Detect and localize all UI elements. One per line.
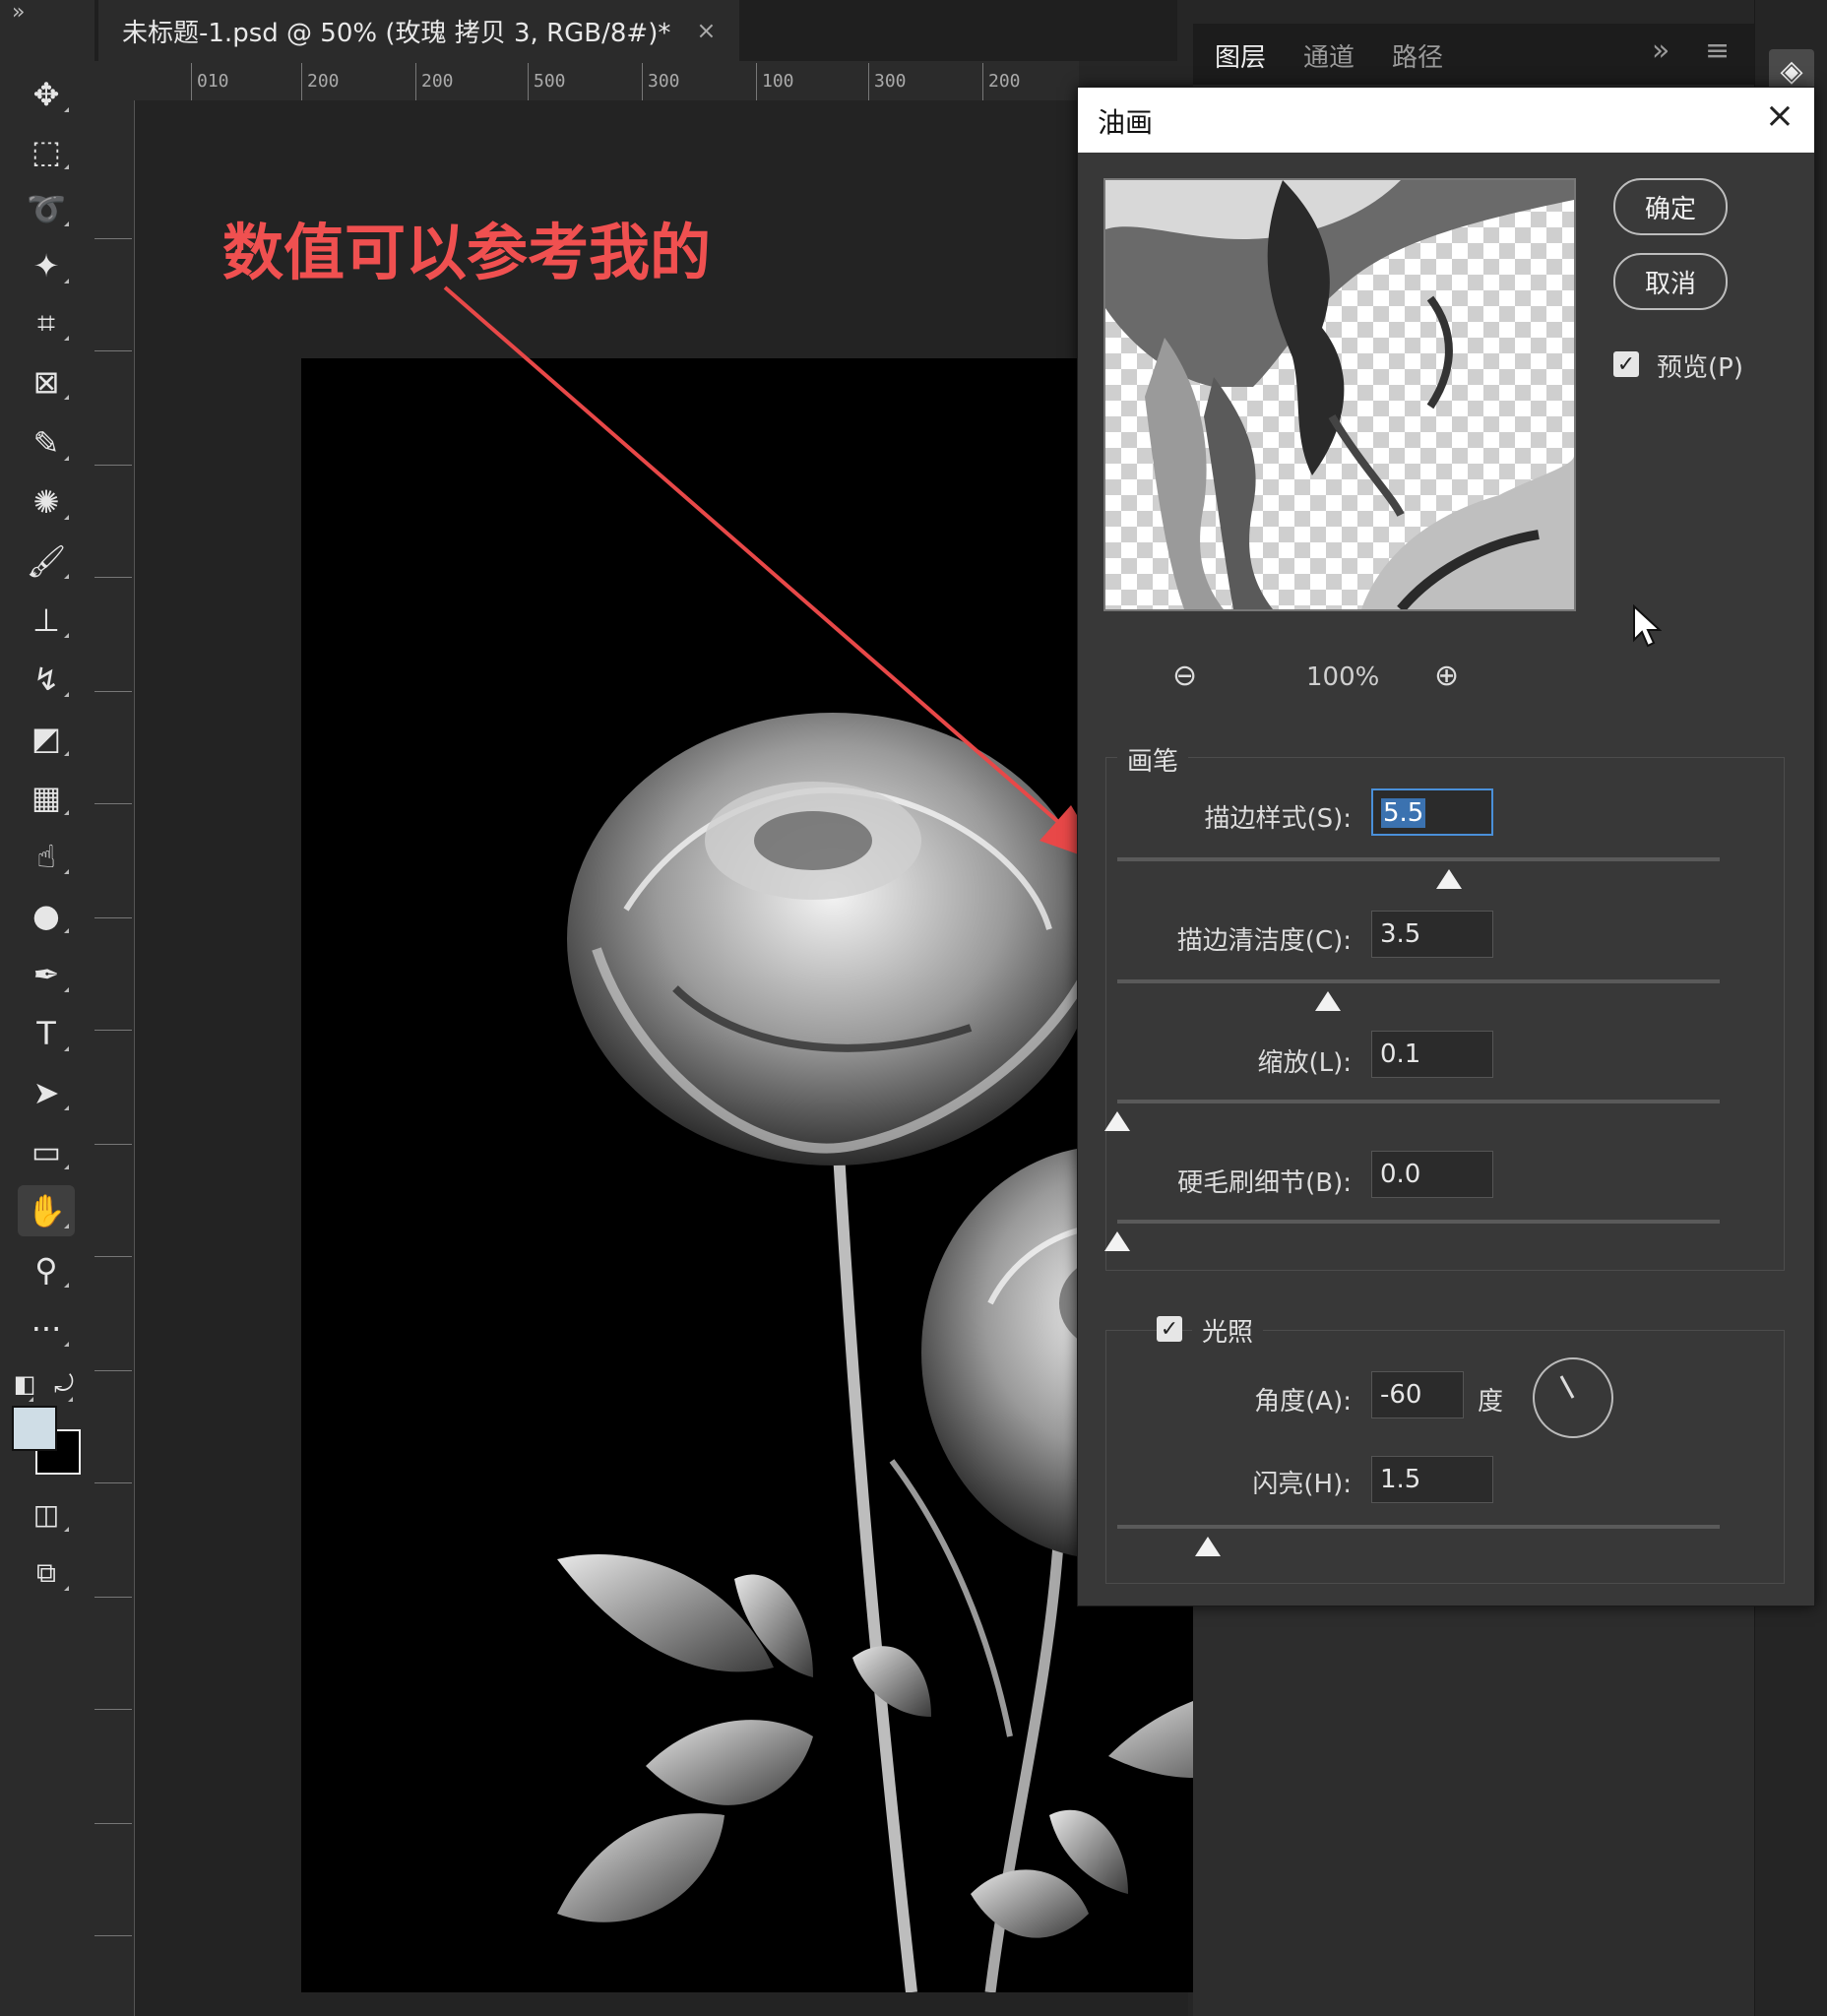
ruler-label: 200 — [421, 71, 454, 92]
stylization-slider-thumb[interactable] — [1435, 869, 1462, 889]
bristle-detail-input[interactable]: 0.0 — [1371, 1151, 1493, 1198]
document-title: 未标题-1.psd @ 50% (玫瑰 拷贝 3, RGB/8#)* — [122, 18, 671, 48]
stylization-slider[interactable] — [1117, 857, 1720, 861]
rectangle-icon[interactable]: ▭ — [18, 1126, 75, 1177]
scale-label: 缩放(L): — [1257, 1048, 1352, 1078]
ok-button[interactable]: 确定 — [1613, 178, 1728, 235]
smudge-icon[interactable]: ☝ — [18, 831, 75, 882]
filter-preview[interactable] — [1103, 178, 1576, 611]
angle-dial[interactable] — [1533, 1357, 1613, 1438]
lighting-group-title: 光照 — [1192, 1312, 1264, 1349]
lasso-icon[interactable]: ➰ — [18, 183, 75, 234]
dodge-icon[interactable]: ● — [18, 890, 75, 941]
hand-icon[interactable]: ✋ — [18, 1185, 75, 1236]
bristle-detail-label: 硬毛刷细节(B): — [1177, 1168, 1352, 1198]
cleanliness-input[interactable]: 3.5 — [1371, 911, 1493, 958]
pen-icon[interactable]: ✒ — [18, 949, 75, 1000]
path-select-icon[interactable]: ➤ — [18, 1067, 75, 1118]
scale-slider-thumb[interactable] — [1104, 1111, 1130, 1131]
zoom-in-icon: ⊕ — [1434, 659, 1460, 693]
angle-label: 角度(A): — [1254, 1387, 1352, 1417]
eyedropper-icon[interactable]: ✎ — [18, 417, 75, 469]
zoom-in-button[interactable]: ⊕ — [1434, 659, 1459, 693]
ruler-label: 200 — [988, 71, 1021, 92]
scale-slider[interactable] — [1117, 1100, 1720, 1103]
ruler-label: 200 — [307, 71, 340, 92]
scale-input[interactable]: 0.1 — [1371, 1031, 1493, 1078]
preview-image — [1105, 180, 1574, 609]
default-colors-icon[interactable]: ◧ — [10, 1358, 39, 1410]
gradient-icon[interactable]: ▦ — [18, 772, 75, 823]
healing-icon[interactable]: ✺ — [18, 476, 75, 528]
brush-icon[interactable]: 🖌 — [18, 536, 75, 587]
angle-input[interactable]: -60 — [1371, 1371, 1464, 1418]
angle-dial-needle — [1559, 1375, 1575, 1399]
zoom-out-button[interactable]: ⊖ — [1172, 659, 1197, 693]
more-icon[interactable]: ··· — [18, 1303, 75, 1354]
lighting-checkbox[interactable]: ✓ — [1157, 1316, 1182, 1342]
stylization-label: 描边样式(S): — [1204, 804, 1352, 834]
ruler-label: 100 — [762, 71, 794, 92]
ruler-label: 500 — [534, 71, 566, 92]
preview-checkbox[interactable]: ✓ — [1613, 351, 1639, 377]
foreground-color-swatch[interactable] — [12, 1406, 57, 1451]
zoom-icon[interactable]: ⚲ — [18, 1244, 75, 1295]
shine-slider-thumb[interactable] — [1194, 1537, 1221, 1556]
type-icon[interactable]: T — [18, 1008, 75, 1059]
mouse-cursor-icon — [1633, 604, 1662, 648]
close-tab-icon[interactable]: × — [696, 17, 716, 44]
dialog-title: 油画 — [1098, 106, 1154, 139]
screen-mode-icon[interactable]: ⧉ — [18, 1547, 75, 1599]
cleanliness-label: 描边清洁度(C): — [1176, 926, 1352, 956]
swap-colors-icon[interactable]: ⤾ — [49, 1358, 79, 1410]
expand-panel-icon[interactable]: » — [1652, 33, 1670, 68]
oil-paint-dialog: 油画 × 确定 取消 ✓ 预览(P) ⊖ 100% ⊕ 画笔 描边样式(S): … — [1077, 87, 1815, 1606]
tab-paths[interactable]: 路径 — [1392, 37, 1443, 74]
angle-unit: 度 — [1478, 1387, 1504, 1417]
document-tab[interactable]: 未标题-1.psd @ 50% (玫瑰 拷贝 3, RGB/8#)* × — [98, 0, 740, 61]
brush-group-title: 画笔 — [1117, 741, 1189, 778]
tab-layers[interactable]: 图层 — [1215, 37, 1266, 74]
panel-tab-bar: 图层 通道 路径 » ≡ — [1193, 24, 1754, 85]
ruler-label: 010 — [197, 71, 229, 92]
ruler-label: 300 — [648, 71, 680, 92]
quick-mask-icon[interactable]: ◫ — [18, 1488, 75, 1540]
zoom-level: 100% — [1306, 662, 1380, 692]
move-icon[interactable]: ✥ — [18, 69, 75, 120]
shine-label: 闪亮(H): — [1252, 1470, 1352, 1499]
shine-slider[interactable] — [1117, 1525, 1720, 1529]
zoom-out-icon: ⊖ — [1172, 659, 1198, 693]
document-tab-bar: 未标题-1.psd @ 50% (玫瑰 拷贝 3, RGB/8#)* × — [94, 0, 1177, 61]
toolbar: » ✥ ⬚ ➰ ✦ ⌗ ⊠ ✎ ✺ 🖌 ⊥ ↯ ◩ ▦ ☝ ● ✒ T ➤ ▭ … — [0, 0, 95, 2016]
preview-label: 预览(P) — [1657, 353, 1743, 383]
collapse-toolbar-icon[interactable]: » — [12, 0, 25, 25]
ruler-label: 300 — [874, 71, 907, 92]
cancel-button[interactable]: 取消 — [1613, 253, 1728, 310]
cleanliness-slider[interactable] — [1117, 979, 1720, 983]
close-icon[interactable]: × — [1765, 95, 1795, 136]
shine-input[interactable]: 1.5 — [1371, 1456, 1493, 1503]
eraser-icon[interactable]: ◩ — [18, 713, 75, 764]
dialog-title-bar: 油画 × — [1078, 88, 1814, 153]
stamp-icon[interactable]: ⊥ — [18, 595, 75, 646]
stylization-input[interactable]: 5.5 — [1371, 788, 1493, 836]
annotation-text: 数值可以参考我的 — [222, 217, 712, 288]
vertical-ruler — [94, 100, 135, 2016]
horizontal-ruler: 010 200 200 500 300 100 300 200 — [94, 61, 1079, 101]
magic-wand-icon[interactable]: ✦ — [18, 240, 75, 291]
panel-menu-icon[interactable]: ≡ — [1705, 33, 1730, 68]
frame-icon[interactable]: ⊠ — [18, 356, 75, 408]
bristle-detail-slider[interactable] — [1117, 1220, 1720, 1224]
crop-icon[interactable]: ⌗ — [18, 297, 75, 348]
bristle-detail-slider-thumb[interactable] — [1104, 1231, 1130, 1251]
history-brush-icon[interactable]: ↯ — [18, 654, 75, 705]
cleanliness-slider-thumb[interactable] — [1315, 991, 1342, 1011]
tab-channels[interactable]: 通道 — [1303, 37, 1354, 74]
marquee-icon[interactable]: ⬚ — [18, 126, 75, 177]
